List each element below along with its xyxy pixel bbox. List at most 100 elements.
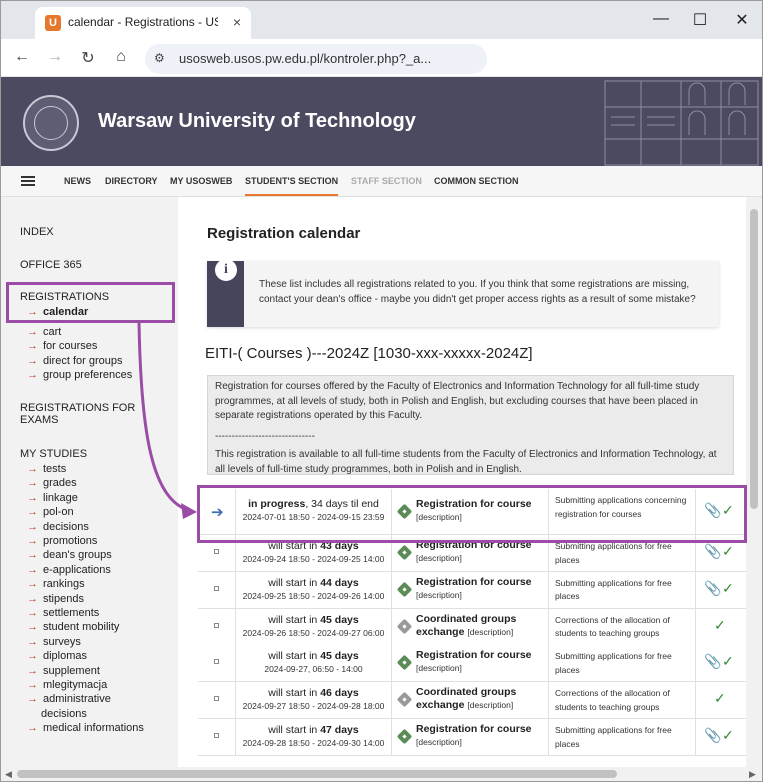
back-icon[interactable]: ← xyxy=(12,48,32,66)
site-title[interactable]: Warsaw University of Technology xyxy=(98,110,416,133)
university-seal-logo[interactable] xyxy=(23,95,79,151)
browser-tab[interactable]: U calendar - Registrations - USOS × xyxy=(35,7,251,39)
sidebar-item-pol-on[interactable]: → pol-on xyxy=(27,506,74,518)
page-title: Registration calendar xyxy=(207,225,361,242)
sidebar-item-label: tests xyxy=(43,463,67,475)
menu-staff-section[interactable]: STAFF SECTION xyxy=(351,176,422,186)
sidebar-item-settlements[interactable]: → settlements xyxy=(27,607,99,619)
sidebar-item-diplomas[interactable]: → diplomas xyxy=(27,650,87,662)
arrow-right-icon: → xyxy=(27,693,38,706)
vertical-scrollbar[interactable] xyxy=(746,197,762,767)
row-type[interactable]: Registration for course [description] xyxy=(416,576,546,602)
maximize-icon[interactable]: ☐ xyxy=(690,10,710,30)
window-close-icon[interactable]: ✕ xyxy=(732,10,752,30)
row-status-cell xyxy=(198,608,236,645)
tab-close-icon[interactable]: × xyxy=(233,14,241,30)
bullet-icon xyxy=(214,585,219,591)
row-type-cell: Registration for course [description] xyxy=(392,571,549,608)
bullet-icon xyxy=(214,659,219,665)
menu-my-usosweb[interactable]: MY USOSWEB xyxy=(170,176,232,186)
horizontal-scrollbar[interactable]: ◀ ▶ xyxy=(1,767,762,781)
home-icon[interactable]: ⌂ xyxy=(111,48,131,66)
sidebar-item-linkage[interactable]: → linkage xyxy=(27,492,78,504)
reload-icon[interactable]: ↻ xyxy=(78,48,98,68)
sidebar-item-label: group preferences xyxy=(43,369,133,381)
sidebar-item-supplement[interactable]: → supplement xyxy=(27,665,100,677)
row-description: Submitting applications for free places xyxy=(555,725,672,749)
row-type-cell: Coordinated groups exchange [description… xyxy=(392,682,549,719)
forward-icon[interactable]: → xyxy=(45,48,65,66)
row-state-cell: will start in 47 days 2024-09-28 18:50 - … xyxy=(236,719,392,755)
row-state-cell: will start in 44 days 2024-09-25 18:50 - … xyxy=(236,571,392,608)
row-state-cell: will start in 46 days 2024-09-27 18:50 - … xyxy=(236,682,392,719)
address-bar[interactable]: ⚙ usosweb.usos.pw.edu.pl/kontroler.php?_… xyxy=(145,44,487,74)
description-link[interactable]: [description] xyxy=(416,737,462,747)
check-icon: ✓ xyxy=(714,616,726,633)
sidebar-item-medical-informations[interactable]: → medical informations xyxy=(27,722,144,734)
bullet-icon xyxy=(214,549,219,554)
row-actions-cell: 📎 ✓ xyxy=(696,719,746,755)
row-type[interactable]: Registration for course [description] xyxy=(416,649,546,675)
horizontal-scroll-thumb[interactable] xyxy=(17,770,617,778)
sidebar-item-label: for courses xyxy=(43,340,98,352)
registration-type-icon xyxy=(396,544,413,561)
site-settings-icon[interactable]: ⚙ xyxy=(154,51,165,65)
sidebar-item-tests[interactable]: → tests xyxy=(27,463,66,475)
hamburger-menu-icon[interactable] xyxy=(21,176,35,186)
arrow-right-icon: → xyxy=(27,549,38,562)
menu-directory[interactable]: DIRECTORY xyxy=(105,176,158,186)
row-type[interactable]: Coordinated groups exchange [description… xyxy=(416,613,546,639)
sidebar-item-for-courses[interactable]: → for courses xyxy=(27,340,97,352)
sidebar-item-administrative[interactable]: → administrative xyxy=(27,693,111,705)
sidebar-item-promotions[interactable]: → promotions xyxy=(27,535,97,547)
registration-type-icon xyxy=(396,728,413,745)
vertical-scroll-thumb[interactable] xyxy=(750,209,758,509)
row-state: will start in 45 days xyxy=(268,613,359,626)
sidebar-item-e-applications[interactable]: → e-applications xyxy=(27,564,111,576)
building-illustration xyxy=(604,80,759,166)
table-row: will start in 44 days 2024-09-25 18:50 - … xyxy=(198,571,746,609)
sidebar-item-rankings[interactable]: → rankings xyxy=(27,578,85,590)
row-type[interactable]: Registration for course [description] xyxy=(416,723,546,749)
minimize-icon[interactable]: — xyxy=(651,10,671,28)
paperclip-icon[interactable]: 📎 xyxy=(704,580,721,597)
sidebar-item-dean-s-groups[interactable]: → dean's groups xyxy=(27,549,112,561)
paperclip-icon[interactable]: 📎 xyxy=(704,543,721,560)
menu-common-section[interactable]: COMMON SECTION xyxy=(434,176,519,186)
sidebar-item-office365[interactable]: OFFICE 365 xyxy=(20,259,82,271)
row-type[interactable]: Coordinated groups exchange [description… xyxy=(416,686,546,712)
row-status-cell xyxy=(198,719,236,755)
menu-news[interactable]: NEWS xyxy=(64,176,91,186)
sidebar-item-mlegitymacja[interactable]: → mlegitymacja xyxy=(27,679,107,691)
row-description: Submitting applications for free places xyxy=(555,577,672,602)
sidebar-item-group-preferences[interactable]: → group preferences xyxy=(27,369,132,381)
sidebar-item-stipends[interactable]: → stipends xyxy=(27,593,84,605)
sidebar-item-student-mobility[interactable]: → student mobility xyxy=(27,621,119,633)
sidebar-item-label: promotions xyxy=(43,535,98,547)
sidebar-item-index[interactable]: INDEX xyxy=(20,226,54,238)
row-state: will start in 44 days xyxy=(268,576,359,589)
paperclip-icon[interactable]: 📎 xyxy=(704,727,721,744)
row-description-cell: Corrections of the allocation of student… xyxy=(549,682,696,719)
paperclip-icon[interactable]: 📎 xyxy=(704,653,721,670)
description-link[interactable]: [description] xyxy=(416,590,462,600)
sidebar-item-cart[interactable]: → cart xyxy=(27,326,61,338)
arrow-right-icon: → xyxy=(27,477,38,490)
table-row: will start in 45 days 2024-09-26 18:50 - … xyxy=(198,608,746,646)
sidebar-item-my-studies[interactable]: MY STUDIES xyxy=(20,448,87,460)
sidebar-item-registrations-for-exams[interactable]: REGISTRATIONS FOR EXAMS xyxy=(20,402,135,426)
description-link[interactable]: [description] xyxy=(416,663,462,673)
description-link[interactable]: [description] xyxy=(467,627,513,637)
description-link[interactable]: [description] xyxy=(467,700,513,710)
scroll-left-icon[interactable]: ◀ xyxy=(5,769,12,780)
menu-student-section[interactable]: STUDENT'S SECTION xyxy=(245,176,339,196)
row-actions-cell: ✓ xyxy=(696,682,746,718)
description-link[interactable]: [description] xyxy=(416,553,462,563)
main-content: Registration calendar i These list inclu… xyxy=(178,197,746,767)
scroll-right-icon[interactable]: ▶ xyxy=(749,769,756,780)
sidebar-item-decisions[interactable]: → decisions xyxy=(27,521,89,533)
sidebar-item-grades[interactable]: → grades xyxy=(27,477,77,489)
sidebar-item-direct-for-groups[interactable]: → direct for groups xyxy=(27,355,122,367)
sidebar-item-surveys[interactable]: → surveys xyxy=(27,636,81,648)
description-paragraph: This registration is available to all fu… xyxy=(215,449,717,475)
